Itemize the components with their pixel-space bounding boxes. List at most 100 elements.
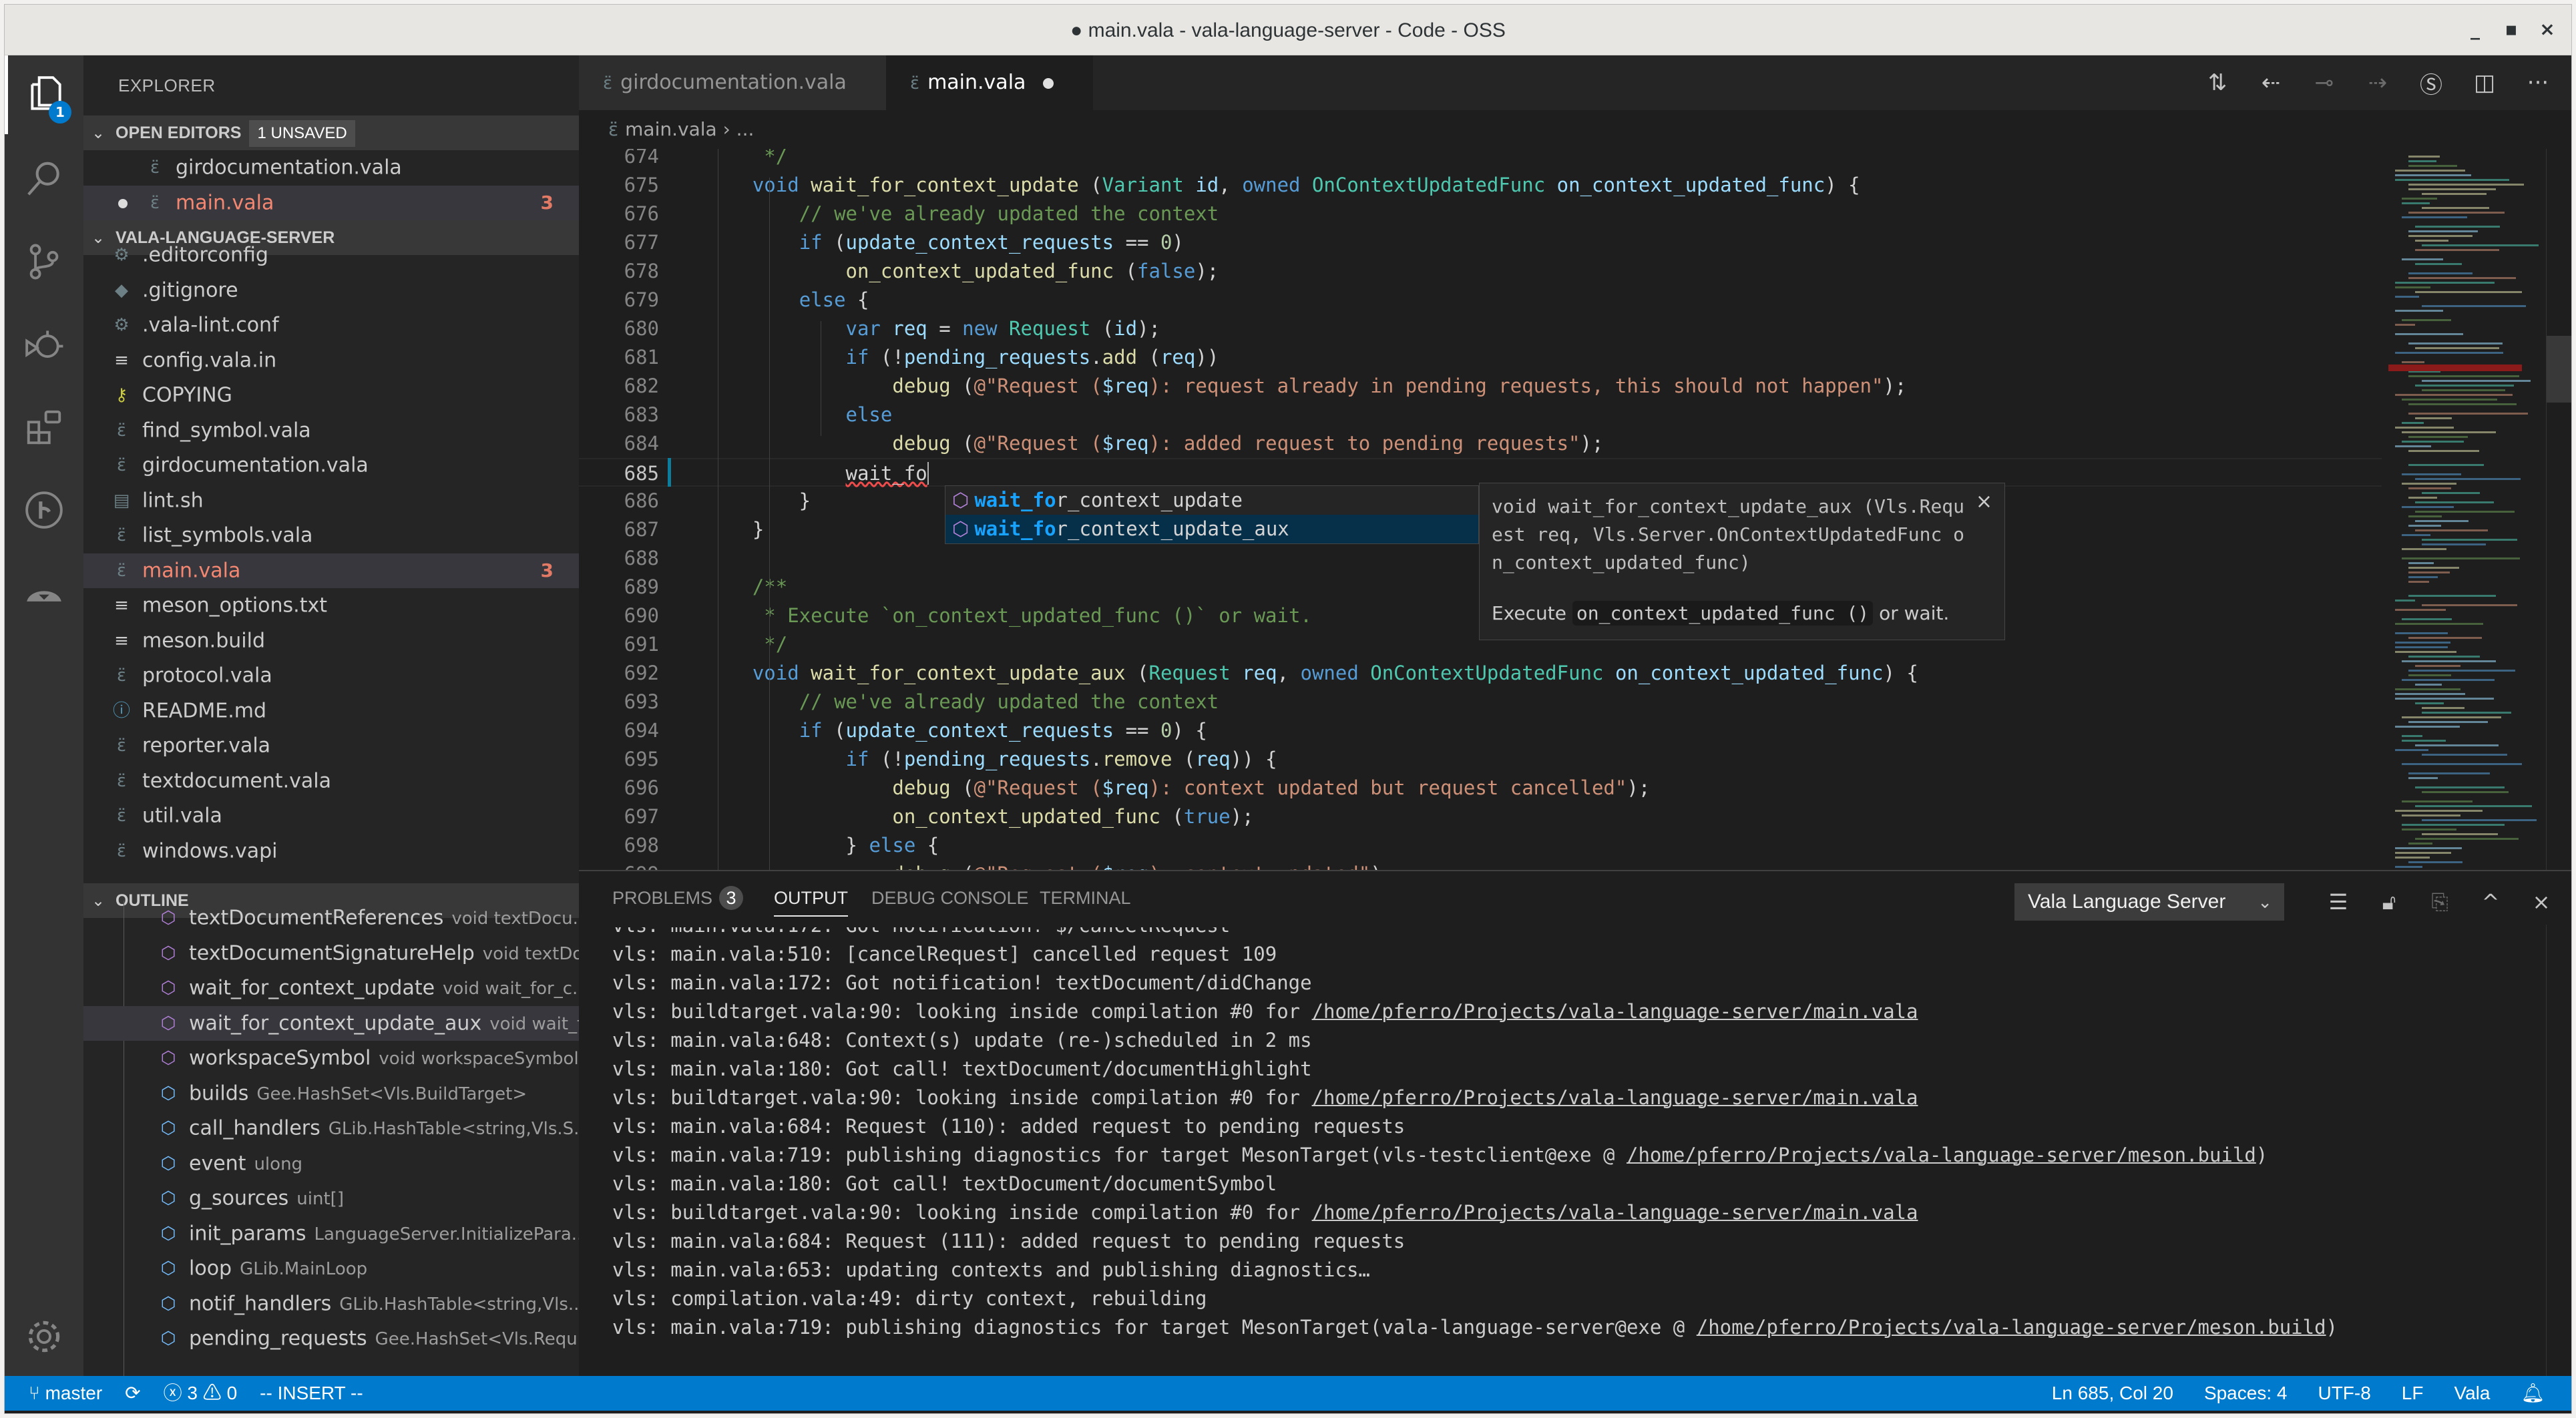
open-log-icon[interactable]: ⎘ — [2424, 889, 2455, 915]
next-change-icon[interactable]: ⇢ — [2363, 69, 2392, 96]
git-blame-icon[interactable]: ⊸ — [2310, 69, 2339, 96]
file-link[interactable]: /home/pferro/Projects/vala-language-serv… — [1312, 1086, 1918, 1109]
file-item[interactable]: ɛ̈ protocol.vala — [83, 658, 579, 694]
maximize-panel-icon[interactable]: ^ — [2475, 889, 2506, 915]
file-link[interactable]: /home/pferro/Projects/vala-language-serv… — [1312, 1201, 1918, 1224]
code-editor[interactable]: 674 */675 void wait_for_context_update (… — [579, 149, 2571, 870]
file-item[interactable]: ɛ̈ girdocumentation.vala — [83, 448, 579, 483]
editor-scrollbar[interactable] — [2546, 149, 2571, 870]
activity-manage[interactable] — [5, 1297, 83, 1376]
activity-extensions[interactable] — [5, 388, 83, 467]
code-line[interactable]: 694 if (update_context_requests == 0) { — [579, 716, 2382, 745]
code-line[interactable]: 695 if (!pending_requests.remove (req)) … — [579, 745, 2382, 774]
tab-terminal[interactable]: TERMINAL — [1040, 886, 1131, 917]
activity-git-history[interactable] — [5, 471, 83, 549]
code-line[interactable]: 683 else — [579, 401, 2382, 429]
outline-item[interactable]: ⬡ event ulong — [83, 1146, 579, 1182]
file-item[interactable]: ≡ config.vala.in — [83, 343, 579, 379]
open-editors-header[interactable]: ⌄ OPEN EDITORS 1 UNSAVED — [83, 115, 579, 150]
cursor-position[interactable]: Ln 685, Col 20 — [2052, 1376, 2173, 1411]
file-item[interactable]: ɛ̈ find_symbol.vala — [83, 413, 579, 449]
tab-main-vala[interactable]: ɛ̈ main.vala — [886, 55, 1093, 110]
lock-scroll-icon[interactable]: 🔓︎ — [2374, 889, 2404, 915]
code-line[interactable]: 679 else { — [579, 286, 2382, 314]
open-editor-item[interactable]: ɛ̈ main.vala 3 — [83, 185, 579, 220]
activity-remote[interactable] — [5, 553, 83, 632]
tab-problems[interactable]: PROBLEMS 3 — [612, 886, 744, 917]
unsaved-dot-icon[interactable] — [1043, 77, 1054, 89]
file-item[interactable]: ɛ̈ windows.vapi — [83, 834, 579, 869]
code-line[interactable]: 684 debug (@"Request ($req): added reque… — [579, 429, 2382, 458]
file-link[interactable]: /home/pferro/Projects/vala-language-serv… — [1312, 1000, 1918, 1023]
file-item[interactable]: ≡ meson.build — [83, 624, 579, 659]
outline-item[interactable]: ⬡ builds Gee.HashSet<Vls.BuildTarget> — [83, 1076, 579, 1112]
outline-item[interactable]: ⬡ g_sources uint[] — [83, 1181, 579, 1216]
file-item[interactable]: ⓘ README.md — [83, 694, 579, 729]
file-link[interactable]: /home/pferro/Projects/vala-language-serv… — [1697, 1316, 2326, 1339]
code-line[interactable]: 682 debug (@"Request ($req): request alr… — [579, 372, 2382, 401]
gitlens-icon[interactable]: Ⓢ — [2416, 67, 2446, 99]
code-line[interactable]: 681 if (!pending_requests.add (req)) — [579, 343, 2382, 372]
file-item[interactable]: ▤ lint.sh — [83, 483, 579, 519]
outline-item[interactable]: ⬡ pending_requests Gee.HashSet<Vls.Requ... — [83, 1321, 579, 1357]
output-channel-select[interactable]: Vala Language Server ⌄ — [2014, 883, 2284, 921]
open-editor-item[interactable]: ɛ̈ girdocumentation.vala — [83, 150, 579, 186]
file-item[interactable]: ɛ̈ reporter.vala — [83, 728, 579, 764]
indentation[interactable]: Spaces: 4 — [2204, 1376, 2288, 1411]
code-line[interactable]: 697 on_context_updated_func (true); — [579, 802, 2382, 831]
file-item[interactable]: ⚙ .editorconfig — [83, 238, 579, 273]
code-line[interactable]: 696 debug (@"Request ($req): context upd… — [579, 774, 2382, 802]
outline-item[interactable]: ⬡ wait_for_context_update void wait_for_c.… — [83, 971, 579, 1006]
file-item[interactable]: ɛ̈ textdocument.vala — [83, 764, 579, 799]
output-scrollbar[interactable] — [2546, 925, 2571, 1376]
file-item[interactable]: ≡ meson_options.txt — [83, 588, 579, 624]
code-line[interactable]: 677 if (update_context_requests == 0) — [579, 228, 2382, 257]
file-item[interactable]: ◆ .gitignore — [83, 273, 579, 308]
file-item[interactable]: ɛ̈ main.vala 3 — [83, 553, 579, 588]
outline-item[interactable]: ⬡ textDocumentReferences void textDocu... — [83, 901, 579, 936]
activity-search[interactable] — [5, 140, 83, 218]
unsaved-dot-icon[interactable] — [118, 198, 128, 208]
breadcrumb-symbol[interactable]: ... — [736, 118, 755, 140]
outline-item[interactable]: ⬡textDocumentSignatureHelpvoid textDo... — [83, 936, 579, 971]
activity-explorer[interactable]: 1 — [5, 55, 83, 134]
open-changes-icon[interactable]: ⇅ — [2203, 69, 2232, 96]
suggestion-item[interactable]: ⬡ wait_for_context_update_aux — [945, 515, 1478, 543]
code-line[interactable]: 678 on_context_updated_func (false); — [579, 257, 2382, 286]
maximize-button[interactable]: ▪ — [2498, 18, 2525, 40]
code-line[interactable]: 698 } else { — [579, 831, 2382, 860]
file-item[interactable]: ɛ̈ list_symbols.vala — [83, 518, 579, 553]
code-line[interactable]: 674 */ — [579, 149, 2382, 171]
outline-item[interactable]: ⬡ init_params LanguageServer.InitializePar… — [83, 1216, 579, 1252]
close-icon[interactable]: × — [1976, 490, 1992, 513]
breadcrumb-file[interactable]: main.vala — [625, 118, 717, 140]
language-mode[interactable]: Vala — [2454, 1376, 2490, 1411]
outline-item[interactable]: ⬡ notif_handlers GLib.HashTable<string,Vls… — [83, 1286, 579, 1322]
line-endings[interactable]: LF — [2402, 1376, 2424, 1411]
file-link[interactable]: /home/pferro/Projects/vala-language-serv… — [1627, 1144, 2256, 1166]
code-line[interactable]: 693 // we've already updated the context — [579, 688, 2382, 716]
output-log[interactable]: vls: main.vala:172: Got notification! $/… — [579, 927, 2542, 1375]
minimap[interactable] — [2382, 149, 2539, 870]
minimize-button[interactable]: _ — [2462, 18, 2489, 40]
code-line[interactable]: 675 void wait_for_context_update (Varian… — [579, 171, 2382, 200]
scrollbar-thumb[interactable] — [2547, 336, 2571, 403]
activity-debug[interactable] — [5, 305, 83, 384]
more-actions-icon[interactable]: ··· — [2523, 69, 2553, 96]
file-item[interactable]: ɛ̈ util.vala — [83, 798, 579, 834]
outline-item[interactable]: ⬡wait_for_context_update_auxvoid wait_f.… — [83, 1005, 579, 1041]
dirty-diff-marker[interactable] — [668, 458, 671, 487]
branch-indicator[interactable]: ⑂ master — [29, 1376, 102, 1411]
outline-item[interactable]: ⬡ call_handlers GLib.HashTable<string,Vls.… — [83, 1111, 579, 1146]
code-line[interactable]: 680 var req = new Request (id); — [579, 314, 2382, 343]
code-line[interactable]: 692 void wait_for_context_update_aux (Re… — [579, 659, 2382, 688]
tab-debug-console[interactable]: DEBUG CONSOLE — [871, 886, 1029, 917]
close-panel-icon[interactable]: × — [2526, 889, 2557, 915]
encoding[interactable]: UTF-8 — [2318, 1376, 2370, 1411]
file-item[interactable]: ⚷ COPYING — [83, 378, 579, 413]
previous-change-icon[interactable]: ⇠ — [2256, 69, 2286, 96]
tab-girdocumentation[interactable]: ɛ̈ girdocumentation.vala — [579, 55, 886, 110]
outline-item[interactable]: ⬡ loop GLib.MainLoop — [83, 1251, 579, 1286]
suggestion-item[interactable]: ⬡ wait_for_context_update — [945, 486, 1478, 515]
activity-source-control[interactable] — [5, 222, 83, 301]
